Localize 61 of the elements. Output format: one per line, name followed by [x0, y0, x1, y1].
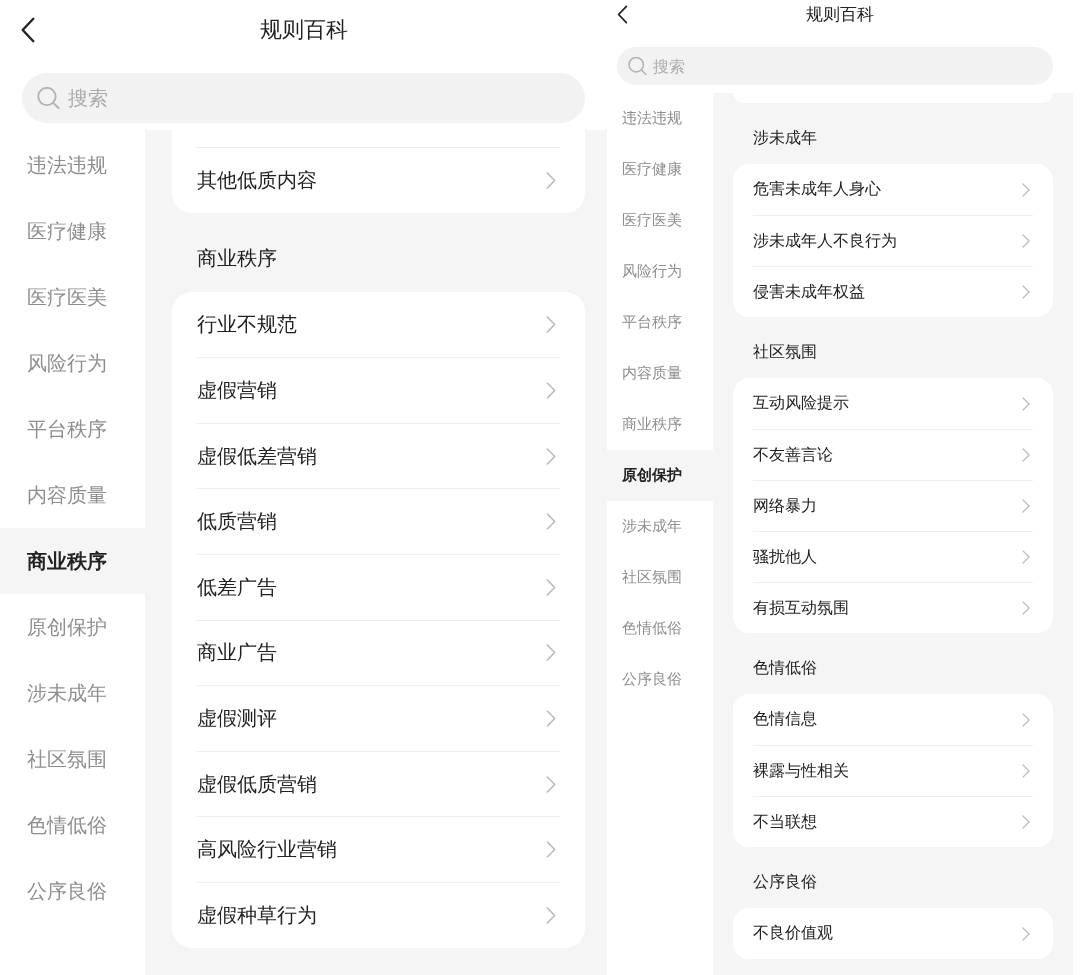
- chevron-right-icon: [1022, 764, 1030, 778]
- chevron-right-icon: [1022, 601, 1030, 615]
- chevron-right-icon: [546, 775, 556, 793]
- chevron-right-icon: [1022, 815, 1030, 829]
- list-item[interactable]: 不当联想: [753, 796, 1033, 847]
- section-title: 色情低俗: [752, 658, 818, 679]
- list-item[interactable]: 互动风险提示: [753, 378, 1033, 429]
- list-item[interactable]: 低差广告: [197, 553, 560, 620]
- section-title: 涉未成年: [752, 128, 818, 149]
- list-item[interactable]: 其他低质内容: [197, 147, 560, 213]
- list-item[interactable]: 商业广告: [197, 619, 560, 686]
- chevron-right-icon: [546, 171, 556, 189]
- chevron-right-icon: [546, 709, 556, 727]
- section-title: 商业秩序: [196, 244, 278, 272]
- chevron-right-icon: [1022, 234, 1030, 248]
- chevron-right-icon: [1022, 285, 1030, 299]
- chevron-right-icon: [1022, 182, 1030, 197]
- chevron-right-icon: [1022, 550, 1030, 564]
- sidebar-item[interactable]: 商业秩序: [0, 528, 145, 594]
- list-item[interactable]: 不良价值观: [753, 908, 1033, 959]
- section-title: 社区氛围: [752, 342, 818, 363]
- chevron-right-icon: [546, 513, 556, 531]
- list-item[interactable]: 虚假测评: [197, 685, 560, 751]
- list-item[interactable]: 虚假营销: [197, 357, 560, 423]
- chevron-right-icon: [1022, 926, 1030, 941]
- chevron-right-icon: [546, 315, 556, 333]
- chevron-right-icon: [1022, 499, 1030, 513]
- chevron-right-icon: [546, 447, 556, 465]
- list-item[interactable]: 高风险行业营销: [197, 816, 560, 882]
- list-item[interactable]: 虚假低差营销: [197, 422, 560, 489]
- list-item[interactable]: 裸露与性相关: [753, 745, 1033, 796]
- page-title: 规则百科: [806, 2, 874, 26]
- chevron-right-icon: [546, 906, 556, 924]
- search-icon: [628, 56, 647, 76]
- sidebar-item[interactable]: 原创保护: [607, 450, 713, 501]
- list-item[interactable]: 虚假种草行为: [197, 881, 560, 948]
- chevron-right-icon: [546, 644, 556, 662]
- list-item[interactable]: 骚扰他人: [753, 531, 1033, 582]
- chevron-right-icon: [1022, 448, 1030, 462]
- back-icon[interactable]: [20, 17, 36, 43]
- list-item[interactable]: 侵害未成年权益: [753, 266, 1033, 317]
- chevron-right-icon: [1022, 396, 1030, 411]
- list-item[interactable]: 虚假低质营销: [197, 750, 560, 817]
- back-icon[interactable]: [617, 4, 628, 24]
- list-item[interactable]: 低质营销: [197, 488, 560, 554]
- list-item[interactable]: 行业不规范: [197, 291, 560, 358]
- chevron-right-icon: [1022, 712, 1030, 727]
- chevron-right-icon: [546, 578, 556, 596]
- chevron-right-icon: [546, 841, 556, 859]
- search-field[interactable]: 搜索: [617, 47, 1053, 85]
- chevron-right-icon: [546, 382, 556, 399]
- section-title: 公序良俗: [752, 872, 818, 893]
- list-item[interactable]: 有损互动氛围: [753, 582, 1033, 633]
- page-title: 规则百科: [259, 16, 348, 44]
- list-item[interactable]: 涉未成年人不良行为: [753, 215, 1033, 266]
- list-item[interactable]: 色情信息: [753, 694, 1033, 745]
- list-item[interactable]: 不友善言论: [753, 429, 1033, 480]
- search-field[interactable]: 搜索: [22, 73, 585, 123]
- search-icon: [37, 86, 60, 110]
- list-item[interactable]: 网络暴力: [753, 480, 1033, 531]
- list-item[interactable]: 危害未成年人身心: [753, 164, 1033, 215]
